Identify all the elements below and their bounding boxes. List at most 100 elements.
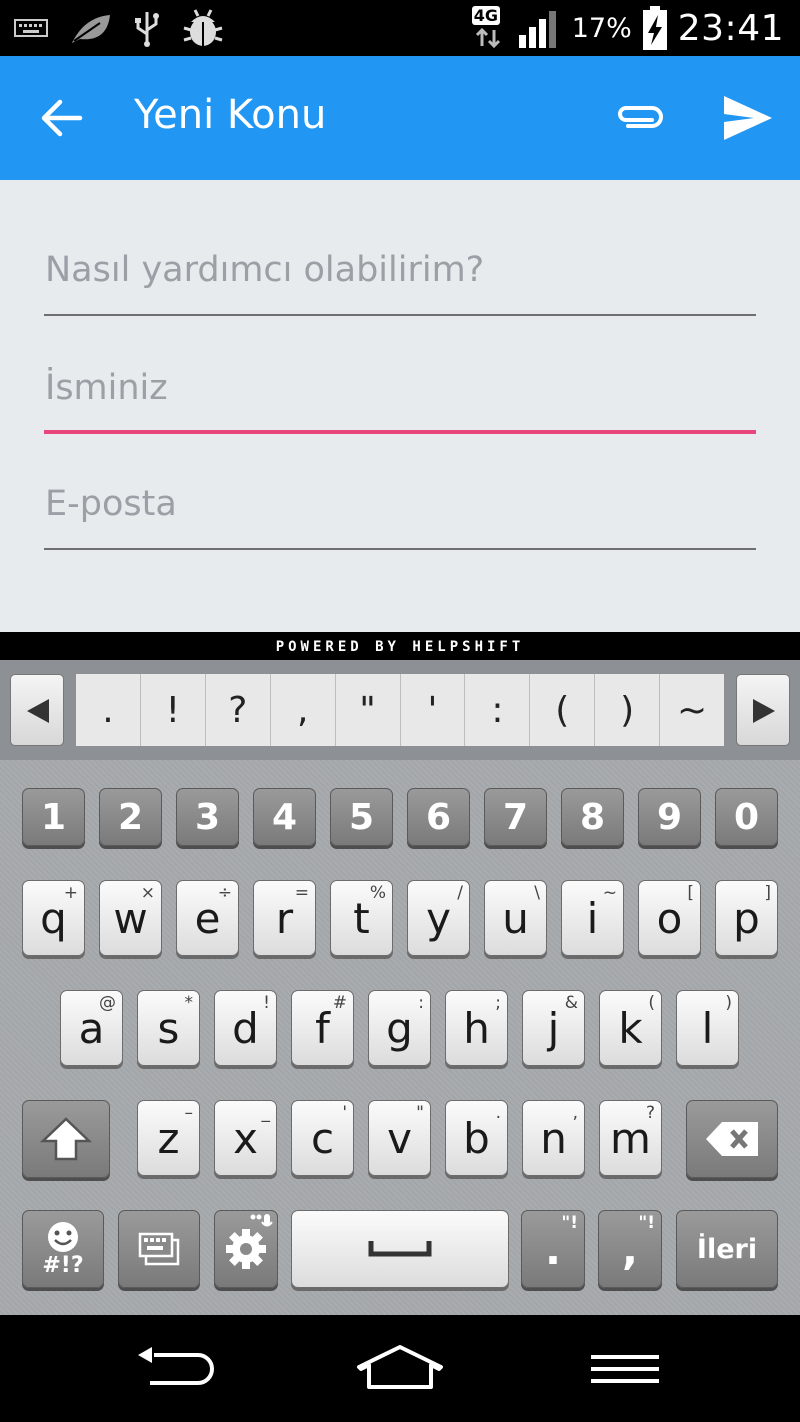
letter-key-c-label: c [310, 1113, 335, 1163]
letter-key-r-alt: = [294, 883, 309, 903]
letter-key-s[interactable]: s * [137, 990, 200, 1066]
number-key-1-label: 1 [40, 796, 67, 838]
letter-key-d[interactable]: d! [214, 990, 277, 1066]
letter-key-k[interactable]: k( [599, 990, 662, 1066]
number-key-8-label: 8 [579, 796, 606, 838]
letter-key-e[interactable]: e ÷ [176, 880, 239, 956]
letter-key-l[interactable]: l) [676, 990, 739, 1066]
period-key[interactable]: . "! [521, 1210, 585, 1288]
letter-key-u-alt: \ [534, 883, 540, 903]
number-key-7[interactable]: 7 [484, 788, 547, 846]
number-key-2-label: 2 [117, 796, 144, 838]
symbol-key[interactable]: ? [206, 674, 271, 746]
app-bar: Yeni Konu [0, 56, 800, 180]
letter-key-m[interactable]: m? [599, 1100, 662, 1176]
back-button[interactable] [38, 96, 86, 140]
battery-percent: 17% [571, 12, 632, 44]
emoji-key[interactable]: #!? [22, 1210, 104, 1288]
letter-key-r-label: r [275, 893, 294, 943]
letter-key-q[interactable]: q + [22, 880, 85, 956]
symbol-prev-button[interactable] [10, 674, 64, 746]
number-key-6[interactable]: 6 [407, 788, 470, 846]
nav-menu-button[interactable] [585, 1343, 675, 1395]
enter-key[interactable]: İleri [676, 1210, 778, 1288]
period-key-label: . [545, 1224, 561, 1274]
send-button[interactable] [720, 92, 776, 144]
paperclip-icon [618, 106, 663, 128]
bug-icon [183, 9, 223, 46]
letter-key-g-alt: : [418, 993, 424, 1013]
number-key-9[interactable]: 9 [638, 788, 701, 846]
letter-key-y[interactable]: y / [407, 880, 470, 956]
letter-key-j[interactable]: j & [522, 990, 585, 1066]
keyboard-switch-key[interactable] [118, 1210, 200, 1288]
letter-key-z[interactable]: z – [137, 1100, 200, 1176]
letter-key-r[interactable]: r = [253, 880, 316, 956]
symbol-key[interactable]: ! [141, 674, 206, 746]
page-title: Yeni Konu [134, 92, 327, 138]
number-key-7-label: 7 [502, 796, 529, 838]
letter-key-b-label: b [463, 1113, 490, 1163]
letter-key-h[interactable]: h; [445, 990, 508, 1066]
email-field[interactable]: E-posta [44, 480, 756, 550]
letter-key-e-label: e [194, 893, 221, 943]
letter-key-a[interactable]: a @ [60, 990, 123, 1066]
nav-back-button[interactable] [132, 1343, 222, 1395]
powered-by-banner: POWERED BY HELPSHIFT [0, 632, 800, 660]
triangle-left-icon [27, 699, 49, 723]
letter-key-o[interactable]: o[ [638, 880, 701, 956]
navigation-bar [0, 1315, 800, 1422]
letter-key-n[interactable]: n, [522, 1100, 585, 1176]
letter-key-c[interactable]: c ' [291, 1100, 354, 1176]
letter-key-d-label: d [232, 1003, 259, 1053]
nav-home-button[interactable] [355, 1343, 445, 1395]
attach-button[interactable] [612, 96, 668, 140]
space-key[interactable] [291, 1210, 509, 1288]
question-field[interactable]: Nasıl yardımcı olabilirim? [44, 246, 756, 316]
symbol-key[interactable]: , [271, 674, 336, 746]
symbol-key[interactable]: " [336, 674, 401, 746]
symbol-key[interactable]: : [465, 674, 531, 746]
letter-key-p[interactable]: p] [715, 880, 778, 956]
letter-key-d-alt: ! [263, 993, 270, 1013]
letter-key-x-label: x [233, 1113, 258, 1163]
settings-key[interactable] [214, 1210, 278, 1288]
letter-key-h-alt: ; [495, 993, 501, 1013]
symbol-key[interactable]: ) [595, 674, 661, 746]
number-key-8[interactable]: 8 [561, 788, 624, 846]
letter-key-l-alt: ) [725, 993, 732, 1013]
number-key-2[interactable]: 2 [99, 788, 162, 846]
number-key-3[interactable]: 3 [176, 788, 239, 846]
name-field[interactable]: İsminiz [44, 364, 756, 434]
space-bar-icon [368, 1241, 432, 1257]
letter-key-i[interactable]: i ~ [561, 880, 624, 956]
symbol-key[interactable]: ( [530, 674, 596, 746]
triangle-right-icon [753, 699, 775, 723]
symbol-key[interactable]: ~ [660, 674, 724, 746]
number-key-6-label: 6 [425, 796, 452, 838]
comma-key[interactable]: , "! [598, 1210, 662, 1288]
number-key-4[interactable]: 4 [253, 788, 316, 846]
letter-key-w[interactable]: w × [99, 880, 162, 956]
letter-key-b[interactable]: b. [445, 1100, 508, 1176]
symbol-next-button[interactable] [736, 674, 790, 746]
enter-key-label: İleri [696, 1233, 758, 1265]
letter-key-q-alt: + [63, 883, 78, 903]
number-key-5[interactable]: 5 [330, 788, 393, 846]
network-type: 4G [471, 6, 500, 25]
letter-key-u[interactable]: u \ [484, 880, 547, 956]
keyboard-layout-icon [138, 1232, 180, 1266]
backspace-key[interactable] [686, 1100, 778, 1178]
symbol-key[interactable]: . [76, 674, 141, 746]
letter-key-p-label: p [733, 893, 760, 943]
name-placeholder: İsminiz [45, 368, 168, 408]
letter-key-g[interactable]: g: [368, 990, 431, 1066]
shift-key[interactable] [22, 1100, 110, 1178]
letter-key-v[interactable]: v " [368, 1100, 431, 1176]
letter-key-f[interactable]: f # [291, 990, 354, 1066]
letter-key-x[interactable]: x _ [214, 1100, 277, 1176]
letter-key-t[interactable]: t% [330, 880, 393, 956]
number-key-1[interactable]: 1 [22, 788, 85, 846]
symbol-key[interactable]: ' [401, 674, 466, 746]
number-key-0[interactable]: 0 [715, 788, 778, 846]
